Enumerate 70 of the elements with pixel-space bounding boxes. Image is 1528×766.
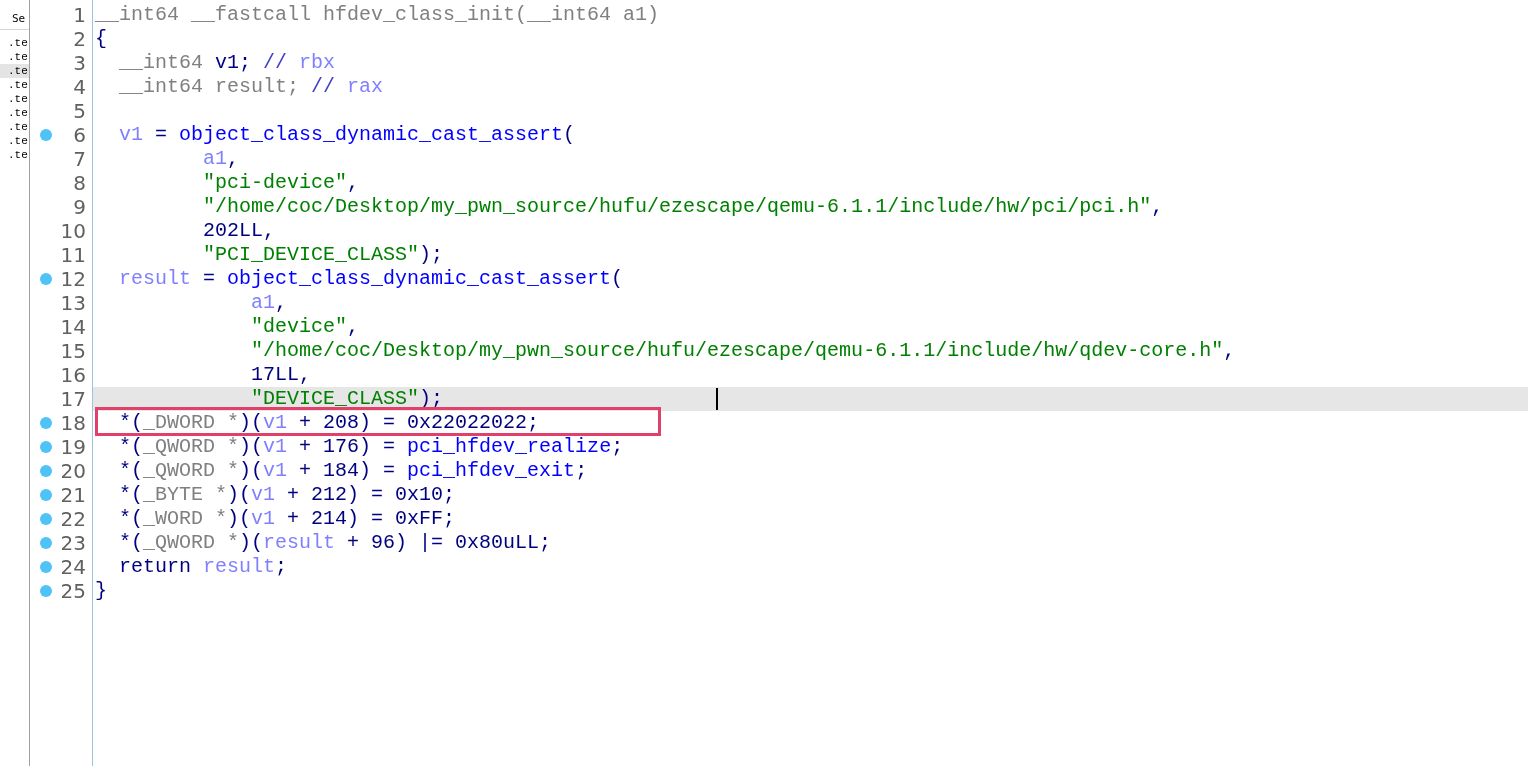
code-line: "DEVICE_CLASS"); [250, 387, 444, 410]
code-line: 17LL, [250, 363, 312, 386]
code-line: "device", [250, 315, 360, 338]
code-line: *(_BYTE *)(v1 + 212) = 0x10; [118, 483, 456, 506]
breakpoint-dot-icon[interactable] [40, 585, 52, 597]
segment-item[interactable]: .te [0, 92, 29, 106]
text-cursor [716, 388, 718, 410]
line-number: 2 [73, 27, 86, 51]
line-number: 12 [60, 267, 86, 291]
line-number: 21 [60, 483, 86, 507]
line-number: 4 [73, 75, 86, 99]
code-line: return result; [118, 555, 288, 578]
breakpoint-dot-icon[interactable] [40, 273, 52, 285]
code-line: v1 = object_class_dynamic_cast_assert( [118, 123, 576, 146]
code-line: "/home/coc/Desktop/my_pwn_source/hufu/ezescape/qemu-6.1.1/include/hw/qdev-core.h", [250, 339, 1236, 362]
line-number: 11 [60, 243, 86, 267]
breakpoint-dot-icon[interactable] [40, 465, 52, 477]
breakpoint-dot-icon[interactable] [40, 489, 52, 501]
column-header: Se [0, 8, 29, 30]
line-number: 17 [60, 387, 86, 411]
breakpoint-dot-icon[interactable] [40, 513, 52, 525]
segment-item[interactable]: .te [0, 36, 29, 50]
segment-item[interactable]: .te [0, 78, 29, 92]
code-line: a1, [202, 147, 240, 170]
code-line: "PCI_DEVICE_CLASS"); [202, 243, 444, 266]
segment-item[interactable]: .te [0, 64, 29, 78]
line-number: 6 [73, 123, 86, 147]
line-number: 8 [73, 171, 86, 195]
segment-item[interactable]: .te [0, 50, 29, 64]
code-line: *(_QWORD *)(result + 96) |= 0x80uLL; [118, 531, 552, 554]
line-number: 13 [60, 291, 86, 315]
segment-item[interactable]: .te [0, 106, 29, 120]
code-line: { [95, 27, 107, 50]
line-number: 10 [60, 219, 86, 243]
breakpoint-dot-icon[interactable] [40, 561, 52, 573]
line-number: 7 [73, 147, 86, 171]
code-line: "pci-device", [202, 171, 360, 194]
code-line: "/home/coc/Desktop/my_pwn_source/hufu/ezescape/qemu-6.1.1/include/hw/pci/pci.h", [202, 195, 1164, 218]
code-line: __int64 result; // rax [118, 75, 384, 98]
code-line: __int64 __fastcall hfdev_class_init(__int64 a1) [95, 3, 660, 26]
line-number: 5 [73, 99, 86, 123]
line-number: 1 [73, 3, 86, 27]
line-number: 22 [60, 507, 86, 531]
line-number: 16 [60, 363, 86, 387]
segment-item[interactable]: .te [0, 120, 29, 134]
breakpoint-dot-icon[interactable] [40, 441, 52, 453]
code-line: *(_QWORD *)(v1 + 176) = pci_hfdev_realize; [118, 435, 624, 458]
segment-item[interactable]: .te [0, 134, 29, 148]
line-number: 24 [60, 555, 86, 579]
breakpoint-dot-icon[interactable] [40, 537, 52, 549]
breakpoint-dot-icon[interactable] [40, 417, 52, 429]
code-line: } [95, 579, 107, 602]
line-number: 20 [60, 459, 86, 483]
code-line: *(_WORD *)(v1 + 214) = 0xFF; [118, 507, 456, 530]
line-number: 19 [60, 435, 86, 459]
line-number: 15 [60, 339, 86, 363]
line-number: 9 [73, 195, 86, 219]
breakpoint-dot-icon[interactable] [40, 129, 52, 141]
line-number: 14 [60, 315, 86, 339]
code-line: result = object_class_dynamic_cast_assert( [118, 267, 624, 290]
segment-item[interactable]: .te [0, 148, 29, 162]
line-number: 23 [60, 531, 86, 555]
code-line: *(_DWORD *)(v1 + 208) = 0x22022022; [118, 411, 540, 434]
code-line: a1, [250, 291, 288, 314]
line-number: 25 [60, 579, 86, 603]
code-line: 202LL, [202, 219, 276, 242]
code-line: __int64 v1; // rbx [118, 51, 336, 74]
line-number: 3 [73, 51, 86, 75]
code-line: *(_QWORD *)(v1 + 184) = pci_hfdev_exit; [118, 459, 588, 482]
line-number: 18 [60, 411, 86, 435]
